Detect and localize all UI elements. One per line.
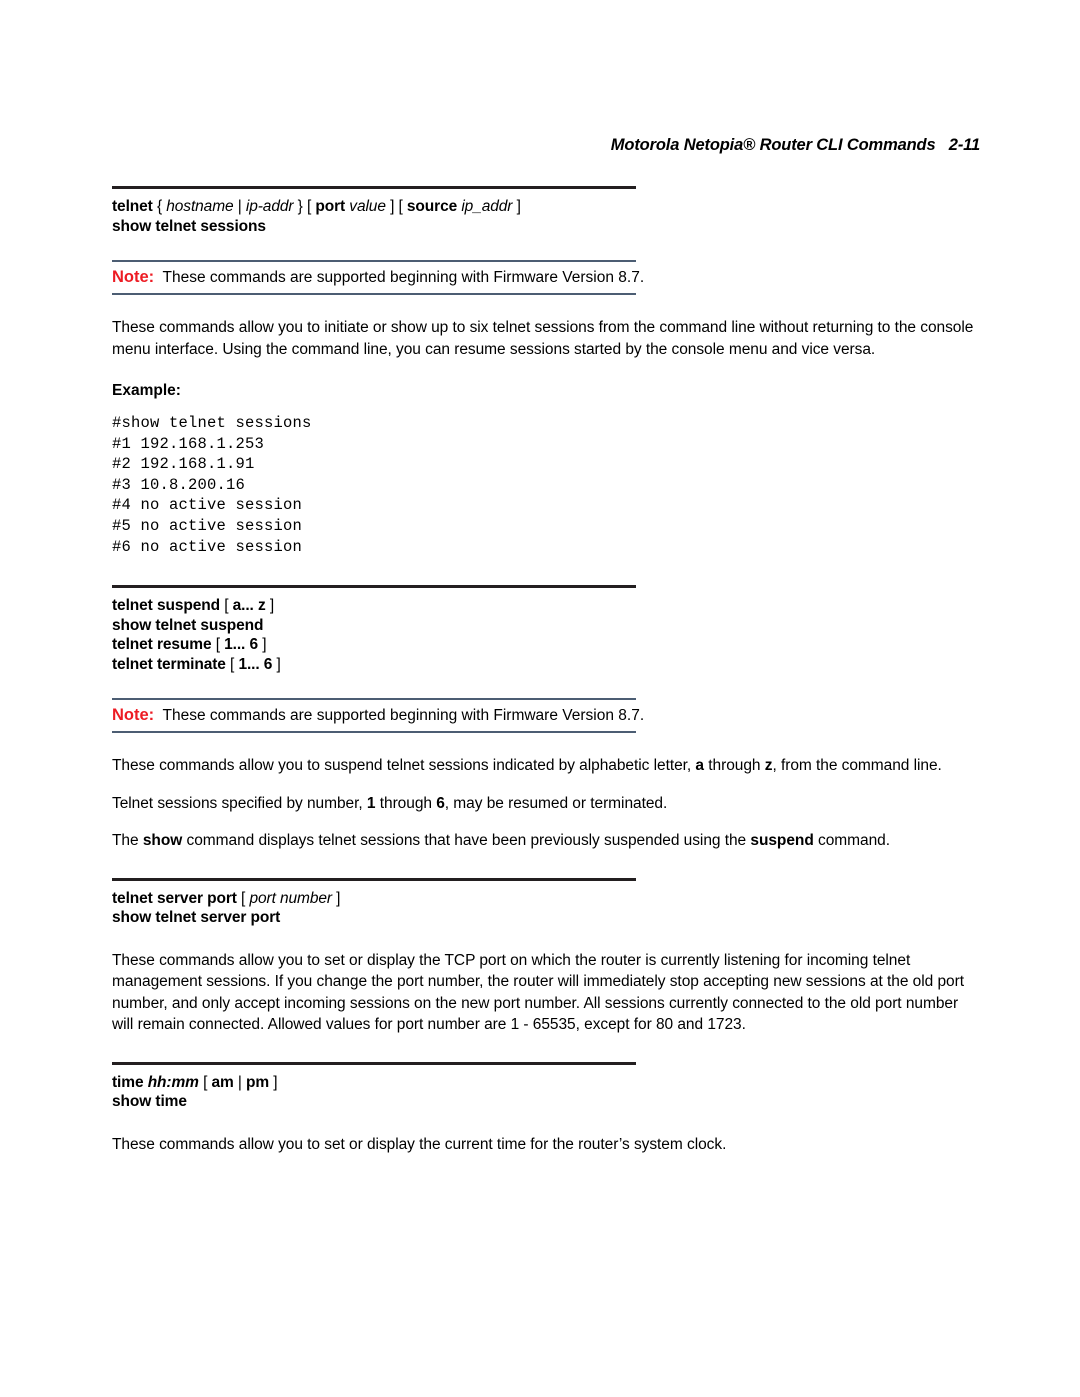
command-block-rule — [112, 186, 636, 189]
command-block-telnet-suspend: telnet suspend [ a... z ] show telnet sus… — [112, 585, 980, 674]
command-block-telnet-sessions: telnet { hostname | ip-addr } [ port val… — [112, 186, 980, 236]
note-label: Note: — [112, 268, 155, 286]
command-syntax-lines: telnet server port [ port number ] show t… — [112, 889, 980, 928]
paragraph-resume-numbers: Telnet sessions specified by number, 1 t… — [112, 794, 668, 812]
paragraph-server-port: These commands allow you to set or displ… — [112, 951, 964, 1034]
command-block-rule — [112, 585, 636, 589]
note-box-firmware-2: Note: These commands are supported begin… — [112, 698, 644, 734]
note-text: These commands are supported beginning w… — [162, 707, 645, 725]
note-text: These commands are supported beginning w… — [162, 269, 645, 286]
page-content: telnet { hostname | ip-addr } [ port val… — [112, 186, 980, 1155]
paragraph-suspend-letters: These commands allow you to suspend teln… — [112, 757, 942, 775]
command-syntax-lines: telnet { hostname | ip-addr } [ port val… — [112, 197, 980, 236]
paragraph-telnet-sessions: These commands allow you to initiate or … — [112, 319, 974, 358]
example-heading: Example: — [112, 382, 181, 399]
command-syntax-line: telnet { hostname | ip-addr } [ port val… — [112, 198, 521, 215]
paragraph-time: These commands allow you to set or displ… — [112, 1135, 727, 1153]
paragraph-show-command: The show command displays telnet session… — [112, 832, 890, 850]
command-syntax-line: show telnet sessions — [112, 217, 266, 235]
command-syntax-line: show telnet server port — [112, 909, 281, 927]
document-page: Motorola Netopia® Router CLI Commands 2-… — [0, 0, 1080, 1397]
command-syntax-line: telnet server port [ port number ] — [112, 889, 341, 907]
command-block-time: time hh:mm [ am | pm ] show time — [112, 1061, 980, 1112]
command-block-telnet-server-port: telnet server port [ port number ] show t… — [112, 877, 980, 928]
example-code-block: #show telnet sessions #1 192.168.1.253 #… — [112, 414, 312, 556]
note-box-firmware-1: Note: These commands are supported begin… — [112, 260, 644, 295]
note-label: Note: — [112, 706, 155, 725]
command-syntax-line: telnet resume [ 1... 6 ] — [112, 636, 267, 654]
command-syntax-line: telnet suspend [ a... z ] — [112, 597, 275, 615]
running-header: Motorola Netopia® Router CLI Commands 2-… — [610, 136, 980, 154]
command-block-rule — [112, 1061, 636, 1065]
command-block-rule — [112, 877, 636, 881]
command-syntax-line: telnet terminate [ 1... 6 ] — [112, 655, 281, 673]
command-syntax-line: time hh:mm [ am | pm ] — [112, 1073, 278, 1091]
command-syntax-lines: telnet suspend [ a... z ] show telnet sus… — [112, 596, 980, 674]
command-syntax-line: show time — [112, 1093, 187, 1111]
command-syntax-lines: time hh:mm [ am | pm ] show time — [112, 1073, 980, 1112]
command-syntax-line: show telnet suspend — [112, 616, 264, 634]
